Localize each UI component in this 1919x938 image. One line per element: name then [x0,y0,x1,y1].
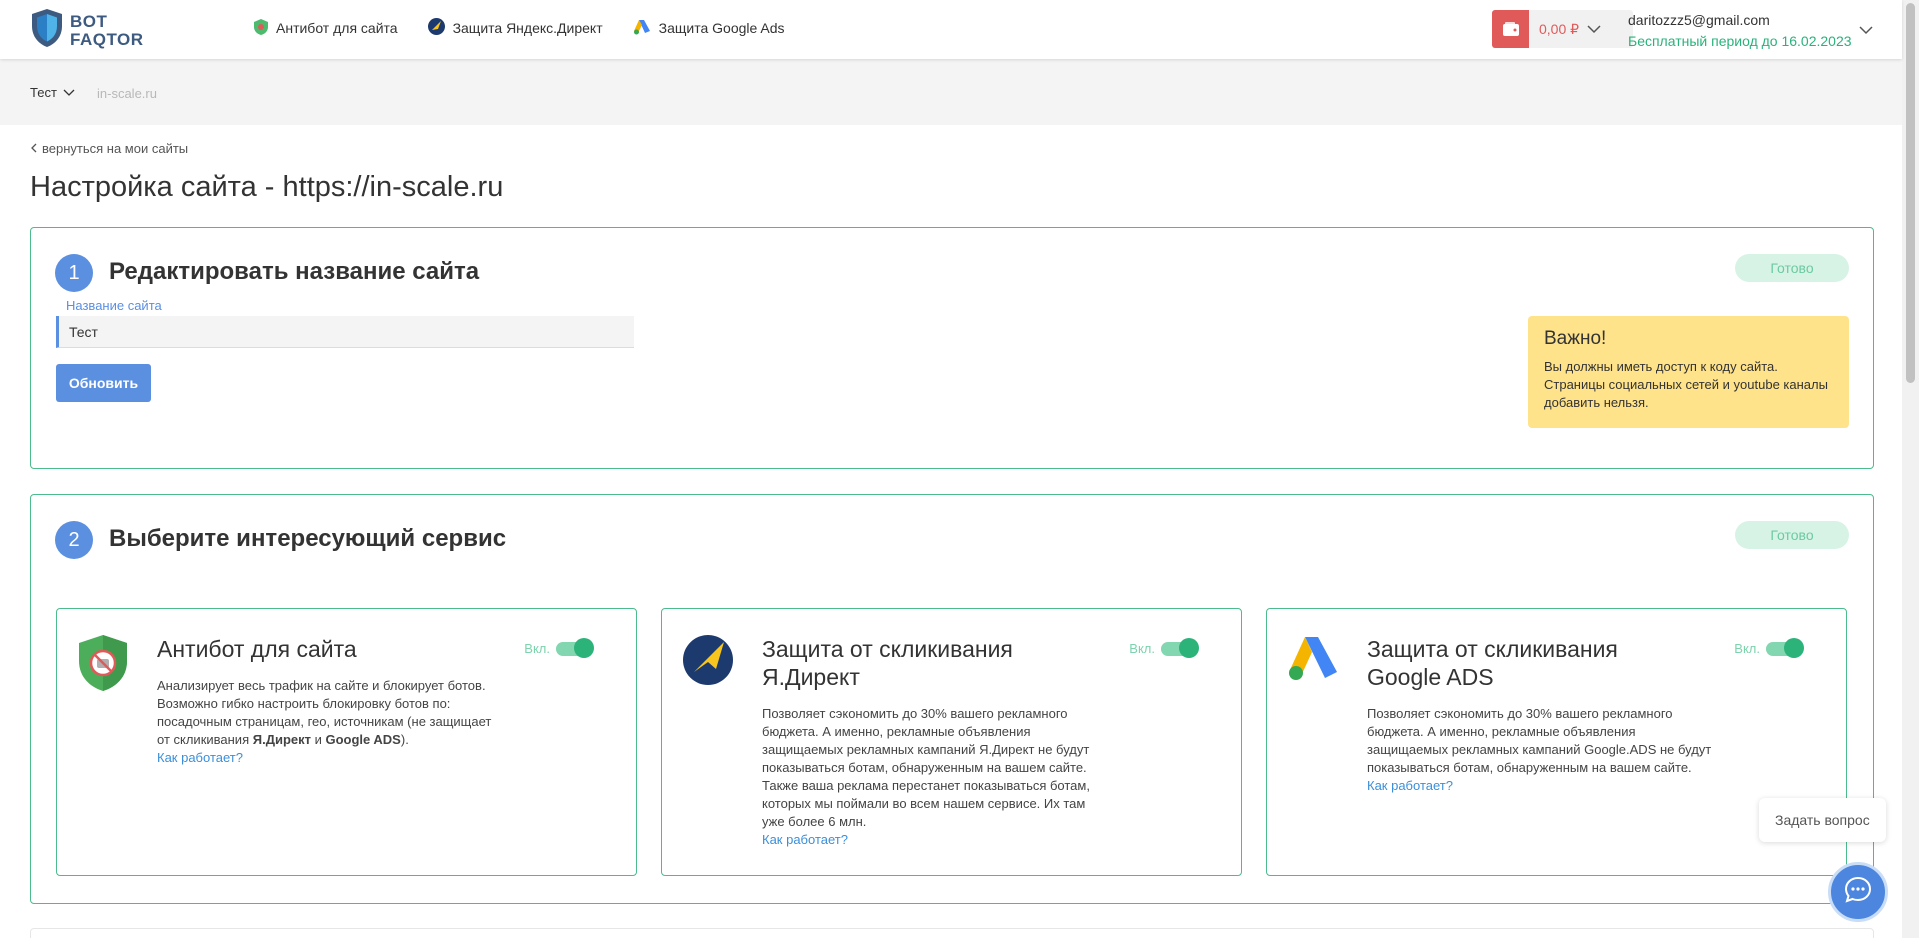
update-button[interactable]: Обновить [56,364,151,402]
trial-status: Бесплатный период до 16.02.2023 [1628,33,1852,49]
step-number: 1 [55,254,93,292]
toggle-switch[interactable] [556,638,594,658]
card-title: Антибот для сайта [157,636,357,662]
section-title: Выберите интересующий сервис [109,525,507,552]
nav-item-label: Антибот для сайта [276,20,398,36]
google-ads-icon [1287,634,1339,692]
site-selector[interactable]: Тест [30,85,75,100]
chevron-left-icon [30,141,37,156]
choose-service-section: 2 Выберите интересующий сервис Готово Ан… [30,494,1874,904]
nav-item-google-ads[interactable]: Защита Google Ads [633,18,785,38]
section-title: Редактировать название сайта [109,258,480,285]
important-note: Важно! Вы должны иметь доступ к коду сай… [1528,316,1849,428]
service-card-yandex-direct: Защита от скликивания Я.Директ Вкл. Позв… [661,608,1242,876]
step-number: 2 [55,521,93,559]
card-title: Защита от скликивания Я.Директ [762,636,1013,690]
nav-item-label: Защита Google Ads [658,20,785,36]
account-chevron-down-icon[interactable] [1859,22,1873,40]
back-link-label: вернуться на мои сайты [42,141,189,156]
chat-prompt-bubble[interactable]: Задать вопрос [1759,798,1886,842]
toggle-switch[interactable] [1161,638,1199,658]
logo-shield-icon [30,8,64,53]
wallet-icon [1492,10,1529,48]
logo-text-line1: BOT [70,11,108,31]
chevron-down-icon [1587,21,1601,37]
scrollbar-thumb[interactable] [1906,3,1915,383]
status-badge: Готово [1735,254,1849,282]
chevron-down-icon [63,85,75,100]
yandex-direct-icon [427,18,445,38]
balance-value: 0,00 ₽ [1539,20,1580,37]
site-subbar: Тест in-scale.ru [0,59,1902,125]
card-title: Защита от скликивания Google ADS [1367,636,1618,690]
site-name-input[interactable] [56,316,634,348]
shield-icon [254,18,268,38]
nav-item-yandex-direct[interactable]: Защита Яндекс.Директ [427,18,603,38]
logo-text-line2: FAQTOR [70,29,144,49]
page-title: Настройка сайта - https://in-scale.ru [30,171,504,203]
site-name-label: Название сайта [66,298,162,313]
top-navigation-bar: BOT FAQTOR Антибот для сайта Защита Янде… [0,0,1902,59]
google-ads-toggle[interactable]: Вкл. [1734,638,1804,658]
wallet[interactable]: 0,00 ₽ [1492,10,1633,48]
chat-icon [1844,876,1872,909]
yandex-direct-icon [682,634,734,692]
toggle-label: Вкл. [1734,640,1760,656]
back-to-sites-link[interactable]: вернуться на мои сайты [30,141,188,156]
note-title: Важно! [1544,328,1607,349]
nav-item-antibot[interactable]: Антибот для сайта [254,18,398,38]
antibot-shield-icon [77,634,129,692]
card-description: Анализирует весь трафик на сайте и блоки… [157,678,492,765]
main-nav: Антибот для сайта Защита Яндекс.Директ З… [254,18,785,38]
card-description: Позволяет сэкономить до 30% вашего рекла… [762,706,1090,847]
site-domain: in-scale.ru [97,86,157,101]
service-card-antibot: Антибот для сайта Вкл. Анализирует весь … [56,608,637,876]
account-info[interactable]: daritozzz5@gmail.com Бесплатный период д… [1628,12,1852,49]
how-it-works-link[interactable]: Как работает? [762,832,848,847]
how-it-works-link[interactable]: Как работает? [1367,778,1453,793]
antibot-toggle[interactable]: Вкл. [524,638,594,658]
toggle-switch[interactable] [1766,638,1804,658]
nav-item-label: Защита Яндекс.Директ [452,20,603,36]
chat-button[interactable] [1828,862,1888,922]
how-it-works-link[interactable]: Как работает? [157,750,243,765]
edit-site-name-section: 1 Редактировать название сайта Готово На… [30,227,1874,469]
toggle-label: Вкл. [524,640,550,656]
site-selector-label: Тест [30,85,57,100]
yandex-direct-toggle[interactable]: Вкл. [1129,638,1199,658]
note-text: Вы должны иметь доступ к коду сайта. Стр… [1544,359,1828,410]
card-description: Позволяет сэкономить до 30% вашего рекла… [1367,706,1712,793]
page-scrollbar[interactable] [1902,0,1919,938]
status-badge: Готово [1735,521,1849,549]
google-ads-icon [633,19,651,38]
account-email: daritozzz5@gmail.com [1628,12,1770,28]
toggle-label: Вкл. [1129,640,1155,656]
logo[interactable]: BOT FAQTOR [30,8,144,53]
next-section [30,928,1874,938]
